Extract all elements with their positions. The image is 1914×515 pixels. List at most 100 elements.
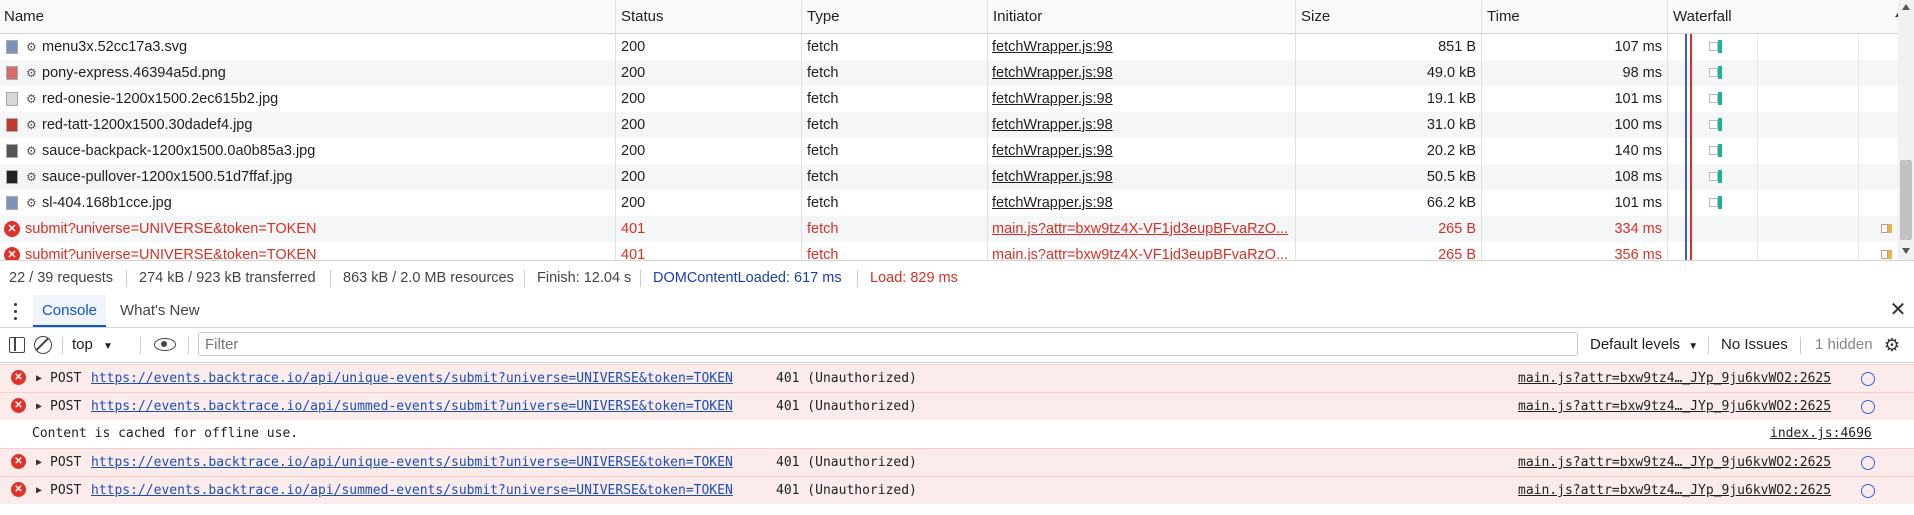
- column-header-status[interactable]: Status: [617, 0, 802, 33]
- message-method: POST: [50, 455, 82, 470]
- message-url-link[interactable]: https://events.backtrace.io/api/unique-e…: [91, 449, 733, 477]
- table-row[interactable]: ⚙ sl-404.168b1cce.jpg 200 fetch fetchWrapper…: [0, 190, 1898, 216]
- request-size: 66.2 kB: [1426, 195, 1476, 211]
- service-worker-icon: ⚙: [26, 118, 37, 132]
- error-icon: ✕: [4, 221, 20, 237]
- console-message[interactable]: Content is cached for offline use. index.…: [0, 420, 1914, 448]
- message-url-link[interactable]: https://events.backtrace.io/api/summed-e…: [91, 477, 733, 505]
- scroll-up-icon[interactable]: [1902, 4, 1910, 10]
- request-name[interactable]: red-onesie-1200x1500.2ec615b2.jpg: [42, 86, 612, 112]
- log-levels-dropdown[interactable]: Default levels ▼: [1590, 328, 1698, 362]
- waterfall-bar: [1709, 146, 1718, 155]
- request-size: 49.0 kB: [1426, 65, 1476, 81]
- message-url-link[interactable]: https://events.backtrace.io/api/summed-e…: [91, 393, 733, 421]
- file-type-icon: [6, 92, 18, 106]
- request-initiator-link[interactable]: fetchWrapper.js:98: [992, 164, 1292, 190]
- load-time: Load: 829 ms: [870, 270, 958, 286]
- console-message[interactable]: ✕ ▶ POST https://events.backtrace.io/api/su…: [0, 392, 1914, 420]
- message-source-link[interactable]: main.js?attr=bxw9tz4…_JYp_9ju6kvWO2:2625: [1518, 477, 1831, 505]
- table-row[interactable]: ⚙ sauce-pullover-1200x1500.51d7ffaf.jpg 20…: [0, 164, 1898, 190]
- console-message[interactable]: ✕ ▶ POST https://events.backtrace.io/api/un…: [0, 364, 1914, 392]
- drawer-menu-icon[interactable]: [14, 303, 18, 321]
- error-icon: ✕: [11, 482, 26, 497]
- tab-console-label: Console: [41, 302, 98, 319]
- request-name[interactable]: sl-404.168b1cce.jpg: [42, 190, 612, 216]
- message-source-link[interactable]: main.js?attr=bxw9tz4…_JYp_9ju6kvWO2:2625: [1518, 449, 1831, 477]
- console-message[interactable]: ✕ ▶ POST https://events.backtrace.io/api/un…: [0, 448, 1914, 476]
- request-name[interactable]: sauce-backpack-1200x1500.0a0b85a3.jpg: [42, 138, 612, 164]
- request-initiator-link[interactable]: fetchWrapper.js:98: [992, 86, 1292, 112]
- waterfall-bar: [1709, 172, 1718, 181]
- message-method: POST: [50, 371, 82, 386]
- console-filter-input[interactable]: [198, 332, 1578, 356]
- request-initiator-link[interactable]: fetchWrapper.js:98: [992, 138, 1292, 164]
- tab-whats-new[interactable]: What's New: [120, 295, 200, 327]
- sidebar-toggle-icon[interactable]: [9, 337, 25, 353]
- clear-console-icon[interactable]: [34, 336, 52, 354]
- message-source-link[interactable]: main.js?attr=bxw9tz4…_JYp_9ju6kvWO2:2625: [1518, 393, 1831, 421]
- request-name[interactable]: red-tatt-1200x1500.30dadef4.jpg: [42, 112, 612, 138]
- column-header-name[interactable]: Name: [0, 0, 615, 33]
- expand-triangle-icon[interactable]: ▶: [36, 365, 42, 393]
- chevron-down-icon: ▼: [1688, 341, 1699, 352]
- log-levels-label: Default levels: [1590, 336, 1681, 353]
- console-message[interactable]: ✕ ▶ POST https://events.backtrace.io/api/su…: [0, 476, 1914, 504]
- request-type: fetch: [807, 169, 839, 185]
- table-row[interactable]: ⚙ red-tatt-1200x1500.30dadef4.jpg 200 fetch…: [0, 112, 1898, 138]
- message-url-link[interactable]: https://events.backtrace.io/api/unique-e…: [91, 365, 733, 393]
- close-drawer-icon[interactable]: ✕: [1888, 299, 1908, 321]
- message-source-link[interactable]: index.js:4696: [1770, 420, 1872, 448]
- column-header-size[interactable]: Size: [1297, 0, 1482, 33]
- scroll-down-icon[interactable]: [1902, 248, 1910, 254]
- request-name[interactable]: menu3x.52cc17a3.svg: [42, 34, 612, 60]
- waterfall-bar: [1709, 68, 1718, 77]
- waterfall-bar: [1718, 66, 1722, 79]
- waterfall-bar: [1888, 224, 1892, 233]
- tab-console[interactable]: Console: [33, 295, 106, 327]
- table-row[interactable]: ⚙ pony-express.46394a5d.png 200 fetch fetchW…: [0, 60, 1898, 86]
- issues-counter[interactable]: No Issues: [1721, 328, 1788, 362]
- table-row[interactable]: ⚙ red-onesie-1200x1500.2ec615b2.jpg 200 fet…: [0, 86, 1898, 112]
- finish-time: Finish: 12.04 s: [537, 270, 632, 286]
- request-size: 19.1 kB: [1426, 91, 1476, 107]
- request-name[interactable]: submit?universe=UNIVERSE&token=TOKEN: [25, 216, 610, 242]
- request-time: 108 ms: [1614, 169, 1662, 185]
- request-initiator-link[interactable]: main.js?attr=bxw9tz4X-VF1jd3eupBFvaRzO..…: [992, 216, 1292, 242]
- column-header-waterfall[interactable]: Waterfall: [1669, 0, 1889, 33]
- network-scrollbar[interactable]: [1898, 0, 1914, 260]
- expand-triangle-icon[interactable]: ▶: [36, 393, 42, 421]
- network-request-globe-icon[interactable]: [1861, 400, 1875, 414]
- domcontentloaded-time: DOMContentLoaded: 617 ms: [653, 270, 842, 286]
- network-request-globe-icon[interactable]: [1861, 372, 1875, 386]
- expand-triangle-icon[interactable]: ▶: [36, 449, 42, 477]
- request-initiator-link[interactable]: fetchWrapper.js:98: [992, 34, 1292, 60]
- request-initiator-link[interactable]: fetchWrapper.js:98: [992, 112, 1292, 138]
- column-header-initiator[interactable]: Initiator: [989, 0, 1294, 33]
- error-icon: ✕: [11, 370, 26, 385]
- waterfall-bar: [1718, 92, 1722, 105]
- request-initiator-link[interactable]: fetchWrapper.js:98: [992, 190, 1292, 216]
- expand-triangle-icon[interactable]: ▶: [36, 477, 42, 505]
- request-name[interactable]: pony-express.46394a5d.png: [42, 60, 612, 86]
- table-row[interactable]: ⚙ menu3x.52cc17a3.svg 200 fetch fetchWrapper…: [0, 34, 1898, 60]
- console-settings-gear-icon[interactable]: ⚙: [1883, 336, 1901, 354]
- message-source-link[interactable]: main.js?attr=bxw9tz4…_JYp_9ju6kvWO2:2625: [1518, 365, 1831, 393]
- waterfall-bar: [1709, 94, 1718, 103]
- request-initiator-link[interactable]: fetchWrapper.js:98: [992, 60, 1292, 86]
- column-header-time[interactable]: Time: [1483, 0, 1668, 33]
- message-text: Content is cached for offline use.: [32, 426, 299, 441]
- waterfall-bar: [1709, 42, 1718, 51]
- file-type-icon: [6, 170, 18, 184]
- message-method: POST: [50, 483, 82, 498]
- context-selector[interactable]: top ▼: [72, 328, 113, 362]
- column-header-type[interactable]: Type: [803, 0, 988, 33]
- network-request-globe-icon[interactable]: [1861, 484, 1875, 498]
- request-name[interactable]: sauce-pullover-1200x1500.51d7ffaf.jpg: [42, 164, 612, 190]
- live-expression-eye-icon[interactable]: [154, 338, 176, 351]
- table-row[interactable]: ⚙ sauce-backpack-1200x1500.0a0b85a3.jpg 20…: [0, 138, 1898, 164]
- table-row[interactable]: ✕ submit?universe=UNIVERSE&token=TOKEN 401…: [0, 216, 1898, 242]
- network-request-globe-icon[interactable]: [1861, 456, 1875, 470]
- tab-whats-new-label: What's New: [120, 302, 200, 319]
- file-type-icon: [6, 118, 18, 132]
- scrollbar-thumb[interactable]: [1900, 160, 1912, 240]
